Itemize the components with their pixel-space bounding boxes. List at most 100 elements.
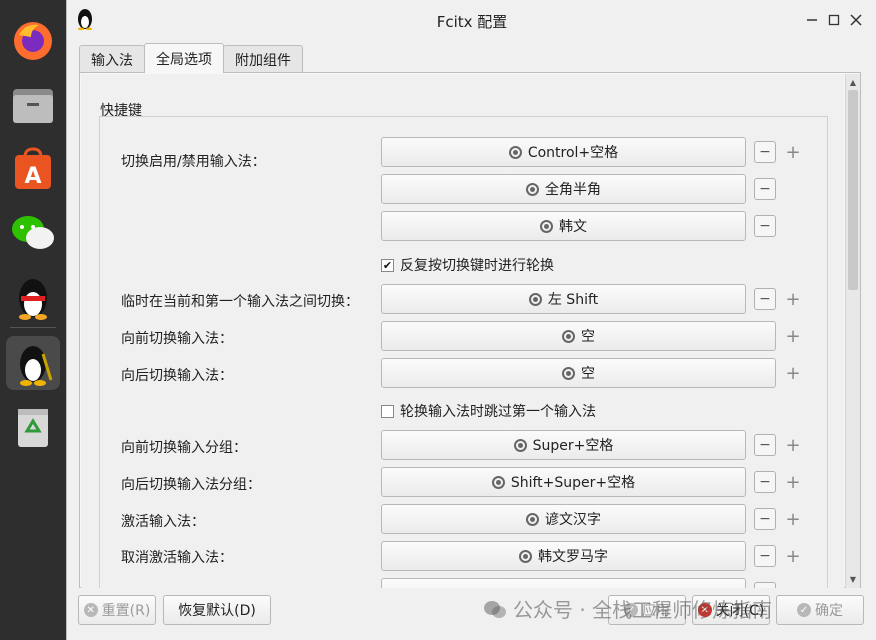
key-value: 空 <box>581 329 595 345</box>
keyboard-key-icon <box>513 438 527 452</box>
reset-icon: ✕ <box>83 603 98 617</box>
forward-im-label: 向前切换输入法： <box>121 331 233 347</box>
key-value: Shift+Super+空格 <box>510 475 636 491</box>
minimize-icon[interactable] <box>801 9 823 31</box>
checkbox-unchecked-icon[interactable] <box>381 404 394 418</box>
apply-icon: ✓ <box>624 603 638 617</box>
key-value: 左 Shift <box>547 292 599 308</box>
forward-group-label: 向前切换输入分组： <box>121 440 247 456</box>
reset-label: 重置(R) <box>101 603 151 619</box>
key-value: 全角半角 <box>545 182 601 198</box>
add-key-button[interactable]: + <box>782 141 804 163</box>
close-label: 关闭(C) <box>715 603 765 619</box>
add-key-button[interactable]: + <box>782 508 804 530</box>
add-key-button[interactable]: + <box>782 325 804 347</box>
deactivate-im-label: 取消激活输入法： <box>121 550 233 566</box>
forward-key-button[interactable]: 空 <box>381 321 776 351</box>
backward-key-button[interactable]: 空 <box>381 358 776 388</box>
ok-button[interactable]: ✓ 确定 <box>776 595 864 625</box>
remove-key-button[interactable]: − <box>754 288 776 310</box>
key-value: 谚文汉字 <box>545 512 601 528</box>
repeat-trigger-checkbox[interactable]: ✔ 反复按切换键时进行轮换 <box>381 255 554 275</box>
activate-im-label: 激活输入法： <box>121 514 205 530</box>
restore-defaults-label: 恢复默认(D) <box>178 603 256 619</box>
keyboard-key-icon <box>528 292 542 306</box>
key-value: 空 <box>581 366 595 382</box>
scrollbar-thumb[interactable] <box>848 90 858 290</box>
add-key-button[interactable]: + <box>782 288 804 310</box>
tab-global-options[interactable]: 全局选项 <box>144 43 224 73</box>
qq-penguin-icon[interactable] <box>6 270 60 324</box>
tab-input-method[interactable]: 输入法 <box>79 45 145 73</box>
toggle-im-label: 切换启用/禁用输入法： <box>121 154 266 170</box>
checkbox-label: 轮换输入法时跳过第一个输入法 <box>400 404 596 420</box>
ok-label: 确定 <box>815 603 843 619</box>
keyboard-key-icon <box>540 219 553 233</box>
remove-key-button[interactable]: − <box>754 434 776 456</box>
keyboard-key-icon <box>562 329 575 343</box>
checkbox-checked-icon[interactable]: ✔ <box>381 258 394 272</box>
keyboard-key-icon <box>508 145 522 159</box>
remove-key-button[interactable] <box>754 582 776 588</box>
app-dock: A <box>0 0 66 640</box>
keyboard-key-icon <box>526 512 539 526</box>
title-bar: Fcitx 配置 <box>67 0 876 40</box>
close-button-icon: ✕ <box>697 603 712 617</box>
restore-defaults-button[interactable]: 恢复默认(D) <box>163 595 271 625</box>
backward-group-label: 向后切换输入法分组： <box>121 477 261 493</box>
tab-addons[interactable]: 附加组件 <box>223 45 303 73</box>
close-icon[interactable] <box>845 9 867 31</box>
tab-bar: 输入法 全局选项 附加组件 <box>79 43 303 73</box>
remove-key-button[interactable]: − <box>754 508 776 530</box>
scroll-up-icon[interactable]: ▲ <box>846 75 860 89</box>
wechat-watermark-icon <box>483 599 507 619</box>
vertical-scrollbar[interactable]: ▲ ▼ <box>845 74 860 588</box>
ok-icon: ✓ <box>797 603 811 617</box>
deactivate-key-button[interactable]: 韩文罗马字 <box>381 541 746 571</box>
firefox-icon[interactable] <box>6 14 60 68</box>
key-value: 韩文 <box>559 219 587 235</box>
scroll-area[interactable]: 快捷键 切换启用/禁用输入法： Control+空格 − + 全角半角 − 韩文… <box>81 74 844 588</box>
keyboard-key-icon <box>519 549 532 563</box>
remove-key-button[interactable]: − <box>754 471 776 493</box>
backward-im-label: 向后切换输入法： <box>121 368 233 384</box>
temp-switch-label: 临时在当前和第一个输入法之间切换： <box>121 294 359 310</box>
files-icon[interactable] <box>6 78 60 132</box>
toggle-key-button-2[interactable]: 全角半角 <box>381 174 746 204</box>
toggle-key-button-3[interactable]: 韩文 <box>381 211 746 241</box>
key-value: Super+空格 <box>532 438 614 454</box>
skip-first-im-checkbox[interactable]: 轮换输入法时跳过第一个输入法 <box>381 401 596 421</box>
temp-switch-key-button[interactable]: 左 Shift <box>381 284 746 314</box>
apply-button[interactable]: ✓ 应用 <box>608 595 686 625</box>
reset-button[interactable]: ✕ 重置(R) <box>78 595 156 625</box>
close-button[interactable]: ✕ 关闭(C) <box>692 595 770 625</box>
app-center-icon[interactable]: A <box>6 142 60 196</box>
svg-text:A: A <box>24 164 41 189</box>
dock-separator <box>10 327 56 328</box>
forward-group-key-button[interactable]: Super+空格 <box>381 430 746 460</box>
add-key-button[interactable]: + <box>782 434 804 456</box>
remove-key-button[interactable]: − <box>754 545 776 567</box>
checkbox-label: 反复按切换键时进行轮换 <box>400 258 554 274</box>
maximize-icon[interactable] <box>823 9 845 31</box>
fcitx-config-icon[interactable] <box>6 336 60 390</box>
fcitx-config-window: Fcitx 配置 输入法 全局选项 附加组件 快捷键 切换启用/禁用输入法： C… <box>66 0 876 640</box>
trash-icon[interactable] <box>6 400 60 454</box>
keyboard-key-icon <box>491 475 505 489</box>
next-key-button[interactable] <box>381 578 746 588</box>
keyboard-key-icon <box>526 182 539 196</box>
remove-key-button[interactable]: − <box>754 141 776 163</box>
window-title: Fcitx 配置 <box>436 13 508 31</box>
activate-key-button[interactable]: 谚文汉字 <box>381 504 746 534</box>
add-key-button[interactable]: + <box>782 362 804 384</box>
toggle-key-button-1[interactable]: Control+空格 <box>381 137 746 167</box>
add-key-button[interactable]: + <box>782 545 804 567</box>
backward-group-key-button[interactable]: Shift+Super+空格 <box>381 467 746 497</box>
wechat-icon[interactable] <box>6 206 60 260</box>
remove-key-button[interactable]: − <box>754 178 776 200</box>
scroll-down-icon[interactable]: ▼ <box>846 572 860 586</box>
apply-label: 应用 <box>642 603 670 619</box>
remove-key-button[interactable]: − <box>754 215 776 237</box>
add-key-button[interactable]: + <box>782 471 804 493</box>
key-value: Control+空格 <box>527 145 619 161</box>
